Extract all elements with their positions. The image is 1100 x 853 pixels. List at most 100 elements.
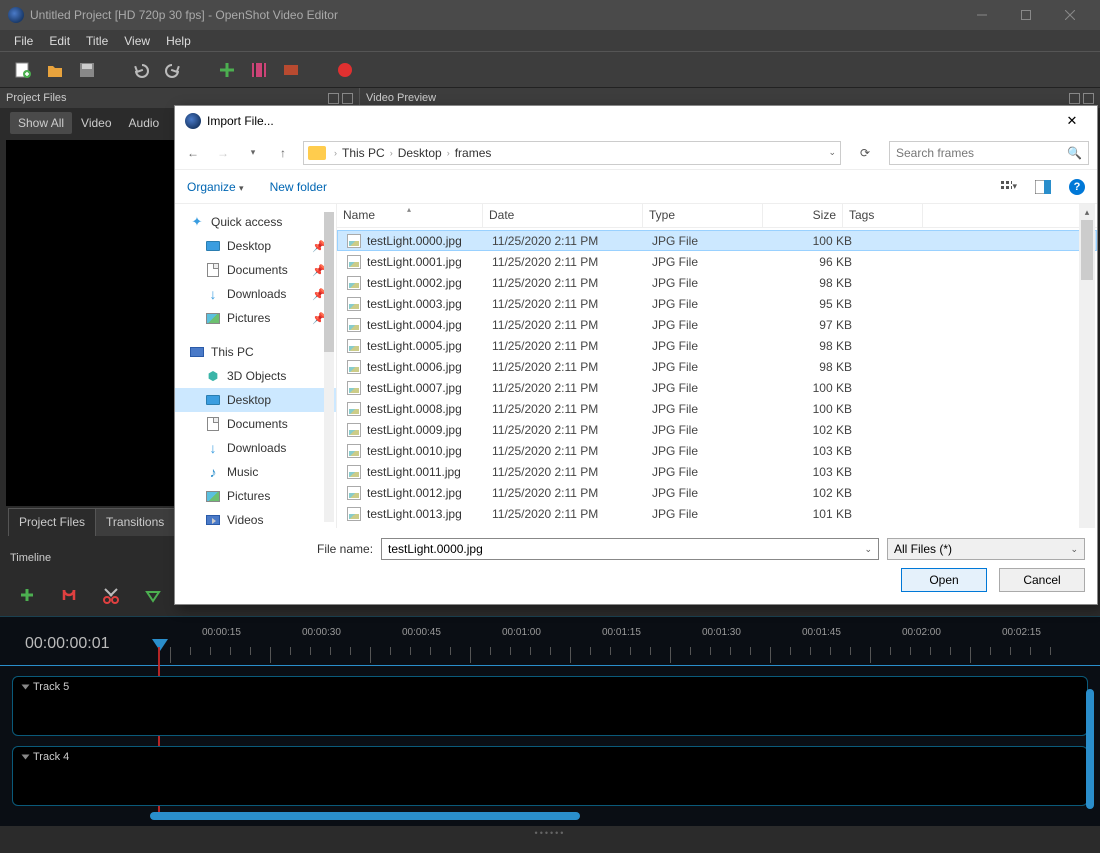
tree-item-3d-objects[interactable]: ⬢3D Objects [175, 364, 336, 388]
tree-item-documents[interactable]: Documents📌 [175, 258, 336, 282]
tree-item-pictures[interactable]: Pictures [175, 484, 336, 508]
dialog-close-button[interactable]: ✕ [1057, 113, 1087, 129]
list-scrollbar[interactable]: ▴ [1079, 204, 1095, 528]
breadcrumb-bar[interactable]: › This PC › Desktop › frames ⌄ [303, 141, 841, 165]
tree-scrollbar[interactable] [324, 212, 334, 522]
breadcrumb-dropdown-icon[interactable]: ⌄ [828, 147, 836, 158]
redo-icon[interactable] [164, 61, 182, 79]
menu-view[interactable]: View [116, 32, 158, 50]
breadcrumb-segment[interactable]: frames [455, 146, 492, 160]
timeline-scrollbar-horizontal[interactable] [150, 812, 580, 820]
file-name-dropdown-icon[interactable]: ⌄ [864, 544, 872, 555]
tree-item-desktop[interactable]: Desktop📌 [175, 234, 336, 258]
save-project-icon[interactable] [78, 61, 96, 79]
new-folder-button[interactable]: New folder [270, 180, 327, 194]
add-track-icon[interactable] [18, 586, 36, 604]
tree-item-quick-access[interactable]: ✦Quick access [175, 210, 336, 234]
nav-recent-dropdown[interactable]: ▾ [243, 143, 263, 163]
fullscreen-icon[interactable] [282, 61, 300, 79]
timeline-scrollbar-vertical[interactable] [1086, 689, 1094, 809]
file-row[interactable]: testLight.0000.jpg11/25/2020 2:11 PMJPG … [337, 230, 1097, 251]
file-type-filter[interactable]: All Files (*) ⌄ [887, 538, 1085, 560]
resize-grip-icon[interactable]: •••••• [535, 828, 566, 838]
window-close-button[interactable] [1048, 0, 1092, 30]
window-maximize-button[interactable] [1004, 0, 1048, 30]
file-row[interactable]: testLight.0003.jpg11/25/2020 2:11 PMJPG … [337, 293, 1097, 314]
file-row[interactable]: testLight.0002.jpg11/25/2020 2:11 PMJPG … [337, 272, 1097, 293]
tree-item-pictures[interactable]: Pictures📌 [175, 306, 336, 330]
tree-item-this-pc[interactable]: This PC [175, 340, 336, 364]
file-row[interactable]: testLight.0005.jpg11/25/2020 2:11 PMJPG … [337, 335, 1097, 356]
tab-transitions[interactable]: Transitions [95, 508, 175, 536]
razor-icon[interactable] [102, 586, 120, 604]
column-tags[interactable]: Tags [843, 204, 923, 227]
menu-file[interactable]: File [6, 32, 41, 50]
timeline[interactable]: 00:00:00:01 00:00:1500:00:3000:00:4500:0… [0, 616, 1100, 826]
scroll-up-icon[interactable]: ▴ [1079, 204, 1095, 220]
file-row[interactable]: testLight.0011.jpg11/25/2020 2:11 PMJPG … [337, 461, 1097, 482]
preview-pane-icon[interactable] [1035, 179, 1051, 195]
file-name-input[interactable]: testLight.0000.jpg ⌄ [381, 538, 879, 560]
new-project-icon[interactable] [14, 61, 32, 79]
tree-item-downloads[interactable]: ↓Downloads📌 [175, 282, 336, 306]
organize-dropdown[interactable]: Organize ▾ [187, 180, 244, 194]
panel-detach-icon[interactable] [328, 93, 339, 104]
column-size[interactable]: Size [763, 204, 843, 227]
cancel-button[interactable]: Cancel [999, 568, 1085, 592]
file-row[interactable]: testLight.0013.jpg11/25/2020 2:11 PMJPG … [337, 503, 1097, 524]
marker-icon[interactable] [144, 586, 162, 604]
snapping-icon[interactable] [60, 586, 78, 604]
timeline-ruler[interactable]: 00:00:00:01 00:00:1500:00:3000:00:4500:0… [0, 617, 1100, 665]
playhead-icon[interactable] [152, 639, 168, 651]
tree-item-downloads[interactable]: ↓Downloads [175, 436, 336, 460]
menu-help[interactable]: Help [158, 32, 199, 50]
tree-item-documents[interactable]: Documents [175, 412, 336, 436]
file-row[interactable]: testLight.0001.jpg11/25/2020 2:11 PMJPG … [337, 251, 1097, 272]
open-project-icon[interactable] [46, 61, 64, 79]
file-row[interactable]: testLight.0010.jpg11/25/2020 2:11 PMJPG … [337, 440, 1097, 461]
refresh-button[interactable]: ⟳ [853, 146, 877, 160]
nav-up-button[interactable]: ↑ [273, 143, 293, 163]
panel-detach-icon[interactable] [1069, 93, 1080, 104]
dl-icon: ↓ [205, 441, 221, 455]
file-row[interactable]: testLight.0004.jpg11/25/2020 2:11 PMJPG … [337, 314, 1097, 335]
help-icon[interactable]: ? [1069, 179, 1085, 195]
column-date[interactable]: Date [483, 204, 643, 227]
tree-item-music[interactable]: ♪Music [175, 460, 336, 484]
profiles-icon[interactable] [250, 61, 268, 79]
menu-title[interactable]: Title [78, 32, 116, 50]
menu-edit[interactable]: Edit [41, 32, 78, 50]
nav-forward-button[interactable]: → [213, 143, 233, 163]
folder-tree[interactable]: ✦Quick accessDesktop📌Documents📌↓Download… [175, 204, 337, 528]
file-row[interactable]: testLight.0006.jpg11/25/2020 2:11 PMJPG … [337, 356, 1097, 377]
track-row[interactable]: Track 5 [12, 676, 1088, 736]
scroll-thumb[interactable] [1081, 220, 1093, 280]
undo-icon[interactable] [132, 61, 150, 79]
panel-close-icon[interactable] [342, 93, 353, 104]
file-row[interactable]: testLight.0008.jpg11/25/2020 2:11 PMJPG … [337, 398, 1097, 419]
window-minimize-button[interactable] [960, 0, 1004, 30]
breadcrumb-segment[interactable]: Desktop [398, 146, 442, 160]
breadcrumb-segment[interactable]: This PC [342, 146, 385, 160]
file-row[interactable]: testLight.0009.jpg11/25/2020 2:11 PMJPG … [337, 419, 1097, 440]
column-type[interactable]: Type [643, 204, 763, 227]
panel-close-icon[interactable] [1083, 93, 1094, 104]
view-options-icon[interactable]: ▾ [1001, 179, 1017, 195]
filter-tab-video[interactable]: Video [73, 112, 119, 134]
filter-tab-audio[interactable]: Audio [121, 112, 168, 134]
track-row[interactable]: Track 4 [12, 746, 1088, 806]
filter-tab-show-all[interactable]: Show All [10, 112, 72, 134]
open-button[interactable]: Open [901, 568, 987, 592]
ruler-tick [310, 647, 311, 655]
column-name[interactable]: Name▴ [337, 204, 483, 227]
file-row[interactable]: testLight.0007.jpg11/25/2020 2:11 PMJPG … [337, 377, 1097, 398]
tree-item-videos[interactable]: Videos [175, 508, 336, 528]
search-input[interactable]: Search frames 🔍 [889, 141, 1089, 165]
import-files-icon[interactable] [218, 61, 236, 79]
file-row[interactable]: testLight.0012.jpg11/25/2020 2:11 PMJPG … [337, 482, 1097, 503]
nav-back-button[interactable]: ← [183, 143, 203, 163]
tab-project-files[interactable]: Project Files [8, 508, 96, 536]
tree-item-desktop[interactable]: Desktop [175, 388, 336, 412]
file-size: 103 KB [772, 465, 852, 479]
export-video-icon[interactable] [336, 61, 354, 79]
